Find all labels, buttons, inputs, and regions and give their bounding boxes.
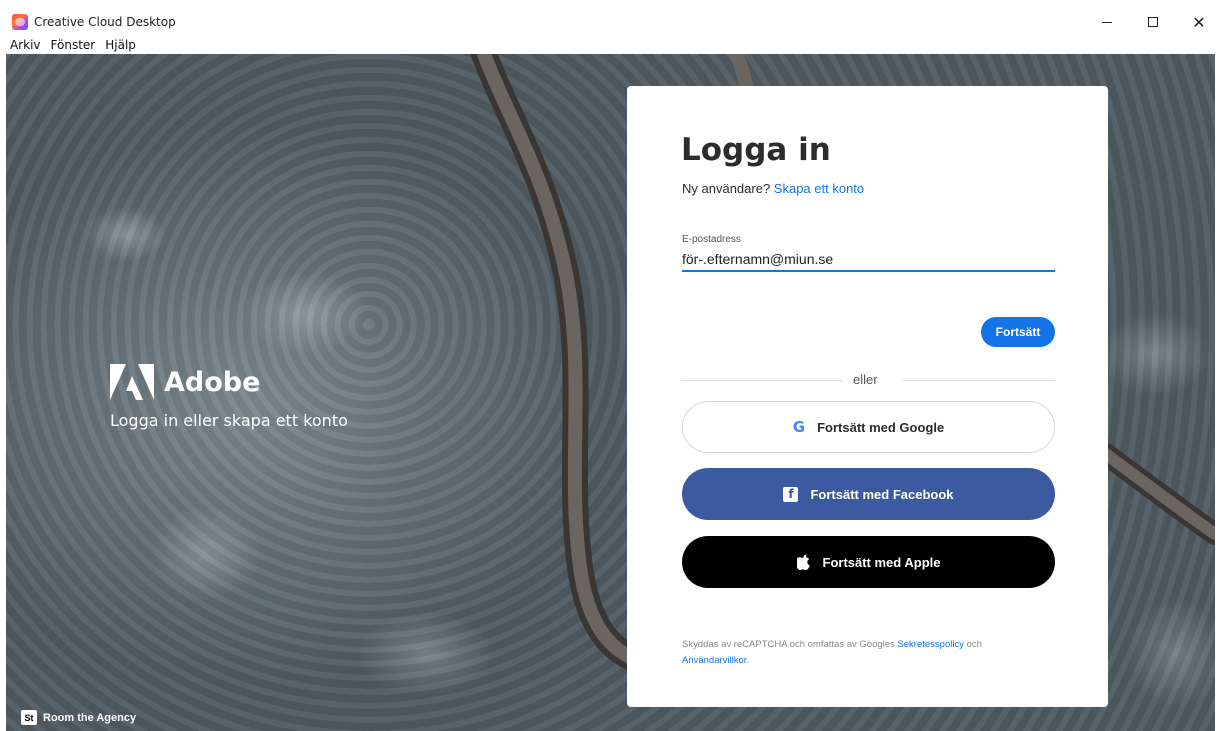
adobe-stock-icon: St bbox=[21, 710, 37, 725]
photo-credit: St Room the Agency bbox=[21, 710, 136, 725]
creative-cloud-icon bbox=[12, 14, 28, 30]
window-title: Creative Cloud Desktop bbox=[34, 15, 176, 29]
recaptcha-notice: Skyddas av reCAPTCHA och omfattas av Goo… bbox=[682, 637, 1042, 669]
terms-link[interactable]: Användarvillkor bbox=[682, 655, 746, 666]
divider-right bbox=[903, 380, 1055, 381]
menu-arkiv[interactable]: Arkiv bbox=[10, 38, 41, 52]
facebook-icon: f bbox=[783, 486, 799, 502]
facebook-signin-label: Fortsätt med Facebook bbox=[810, 486, 954, 502]
continue-button[interactable]: Fortsätt bbox=[981, 317, 1055, 347]
tagline: Logga in eller skapa ett konto bbox=[110, 411, 348, 430]
minimize-icon bbox=[1102, 21, 1112, 23]
apple-icon bbox=[796, 554, 811, 570]
title-bar: Creative Cloud Desktop ✕ bbox=[0, 0, 1221, 36]
apple-signin-button[interactable]: Fortsätt med Apple bbox=[682, 536, 1055, 588]
menu-fonster[interactable]: Fönster bbox=[51, 38, 96, 52]
or-separator: eller bbox=[853, 372, 878, 387]
maximize-button[interactable] bbox=[1130, 8, 1176, 36]
apple-signin-label: Fortsätt med Apple bbox=[822, 554, 941, 570]
google-signin-button[interactable]: G Fortsätt med Google bbox=[682, 401, 1055, 453]
menu-hjalp[interactable]: Hjälp bbox=[105, 38, 136, 52]
menu-bar: Arkiv Fönster Hjälp bbox=[0, 36, 1221, 54]
email-field[interactable] bbox=[682, 248, 1055, 272]
facebook-signin-button[interactable]: f Fortsätt med Facebook bbox=[682, 468, 1055, 520]
new-user-line: Ny användare? Skapa ett konto bbox=[682, 181, 864, 196]
credit-text[interactable]: Room the Agency bbox=[43, 712, 136, 724]
email-label: E-postadress bbox=[682, 234, 741, 245]
adobe-brand: Adobe bbox=[110, 364, 260, 400]
privacy-policy-link[interactable]: Sekretesspolicy bbox=[897, 639, 964, 650]
adobe-wordmark: Adobe bbox=[164, 366, 261, 398]
minimize-button[interactable] bbox=[1084, 8, 1130, 36]
google-icon: G bbox=[792, 418, 806, 436]
legal-prefix: Skyddas av reCAPTCHA och omfattas av Goo… bbox=[682, 639, 895, 650]
maximize-icon bbox=[1148, 17, 1158, 27]
close-icon: ✕ bbox=[1192, 12, 1206, 32]
divider-left bbox=[682, 380, 842, 381]
login-card: Logga in Ny användare? Skapa ett konto E… bbox=[627, 86, 1108, 707]
adobe-logo-icon bbox=[110, 364, 154, 400]
google-signin-label: Fortsätt med Google bbox=[817, 419, 945, 435]
new-user-prompt: Ny användare? bbox=[682, 181, 771, 196]
close-button[interactable]: ✕ bbox=[1176, 8, 1221, 36]
page-title: Logga in bbox=[681, 132, 831, 168]
legal-and: och bbox=[966, 639, 982, 650]
legal-suffix: . bbox=[746, 655, 750, 666]
create-account-link[interactable]: Skapa ett konto bbox=[774, 181, 864, 196]
